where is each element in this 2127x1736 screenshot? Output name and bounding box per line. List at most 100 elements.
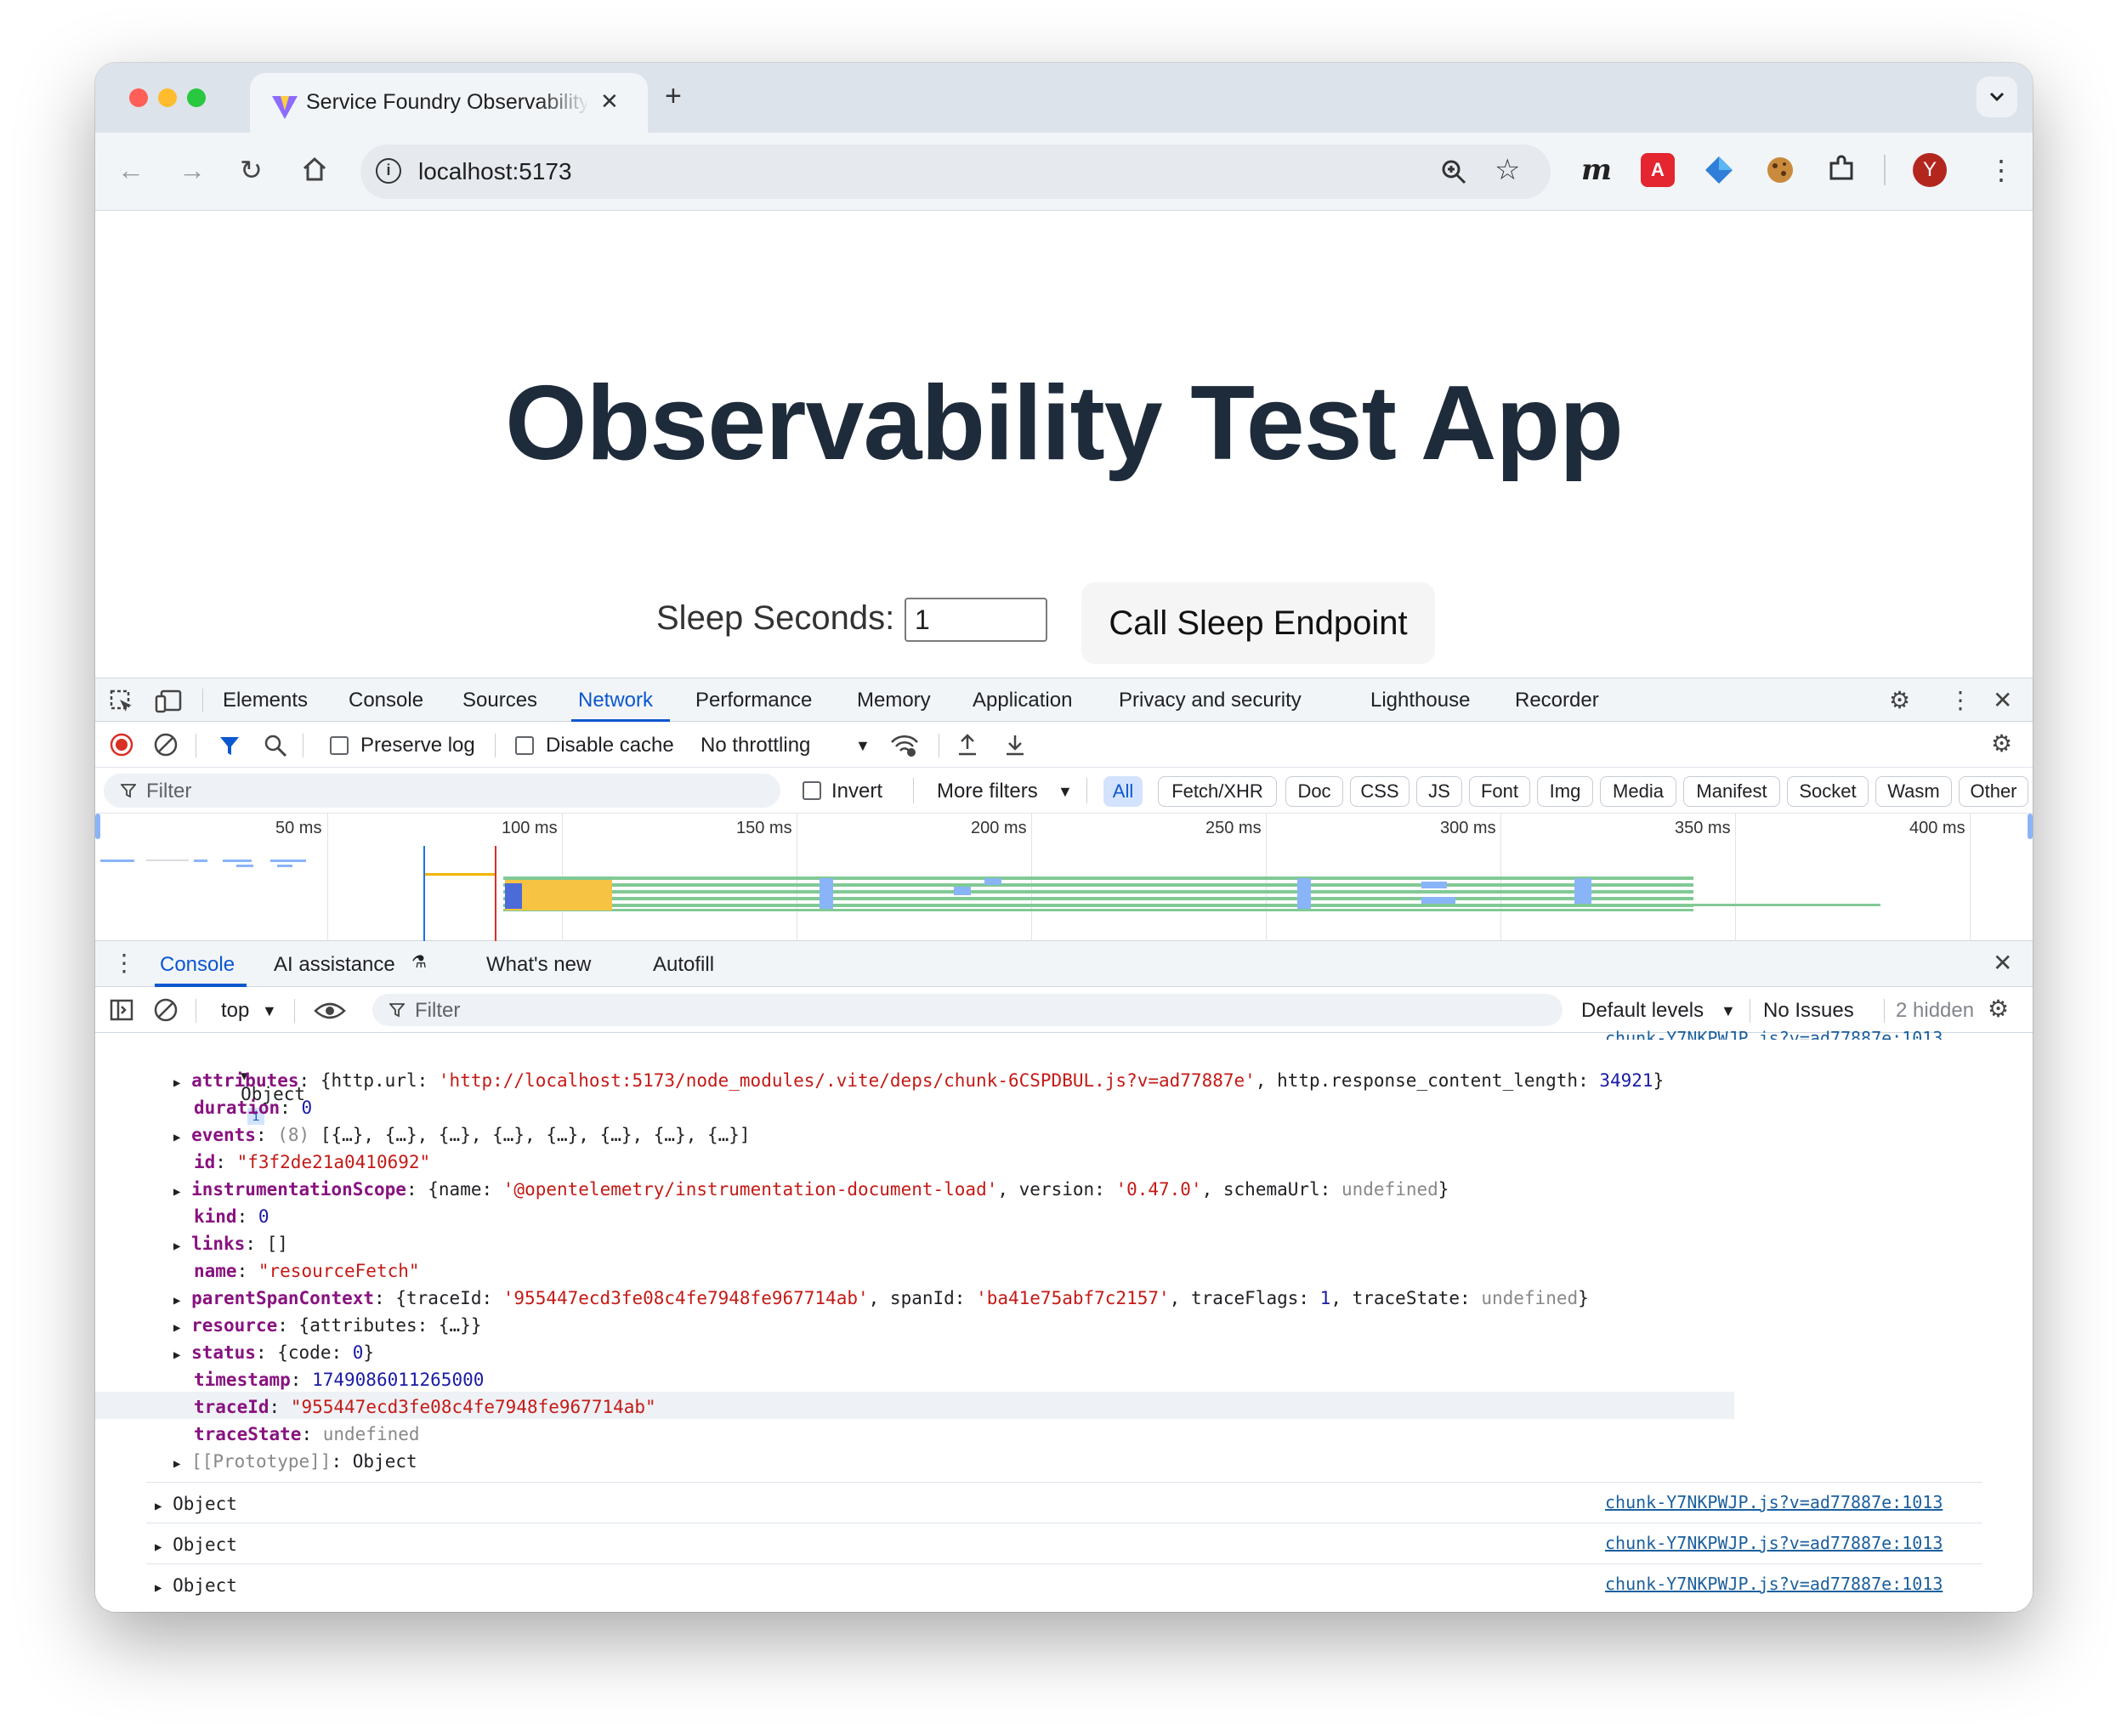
browser-menu-icon[interactable]: ⋮ <box>1988 151 2015 189</box>
context-selector[interactable]: top <box>221 999 249 1023</box>
address-bar[interactable]: i localhost:5173 ☆ <box>360 145 1551 199</box>
maximize-window-button[interactable] <box>187 88 206 107</box>
minimize-window-button[interactable] <box>158 88 177 107</box>
console-object-collapsed[interactable]: ▶ Object <box>155 1575 237 1596</box>
tab-search-button[interactable] <box>1977 77 2017 117</box>
type-filter-img[interactable]: Img <box>1537 776 1593 807</box>
extensions-puzzle-icon[interactable] <box>1824 153 1858 187</box>
network-filter-input[interactable]: Filter <box>104 774 780 808</box>
new-tab-button[interactable]: + <box>665 80 682 113</box>
filter-funnel-icon[interactable] <box>218 734 241 757</box>
type-filter-font[interactable]: Font <box>1469 776 1530 807</box>
tab-recorder[interactable]: Recorder <box>1515 689 1599 712</box>
drawer-tab-whats-new[interactable]: What's new <box>486 953 591 977</box>
tab-sources[interactable]: Sources <box>462 689 537 712</box>
bookmark-star-icon[interactable]: ☆ <box>1495 153 1520 187</box>
import-har-icon[interactable] <box>956 732 979 757</box>
drawer-close-icon[interactable]: ✕ <box>1993 950 2012 977</box>
prop-parent-span-context[interactable]: ▶ parentSpanContext: {traceId: '955447ec… <box>173 1288 1589 1308</box>
m-extension-icon[interactable]: m <box>1580 153 1614 187</box>
issues-counter[interactable]: No Issues <box>1763 999 1854 1023</box>
type-filter-other[interactable]: Other <box>1959 776 2028 807</box>
sleep-seconds-input[interactable]: 1 <box>905 598 1047 642</box>
tab-performance[interactable]: Performance <box>695 689 812 712</box>
home-icon[interactable] <box>301 156 328 182</box>
search-icon[interactable] <box>264 734 287 757</box>
console-filter-input[interactable]: Filter <box>372 994 1563 1026</box>
prop-events[interactable]: ▶ events: (8) [{…}, {…}, {…}, {…}, {…}, … <box>173 1125 751 1145</box>
inspect-element-icon[interactable] <box>109 689 134 714</box>
clear-console-icon[interactable] <box>153 997 179 1023</box>
profile-avatar[interactable]: Y <box>1913 153 1947 187</box>
prop-status[interactable]: ▶ status: {code: 0} <box>173 1342 374 1363</box>
sidebar-toggle-icon[interactable] <box>109 997 134 1023</box>
zoom-icon[interactable] <box>1440 158 1467 185</box>
acrobat-extension-icon[interactable]: A <box>1641 153 1675 187</box>
tab-application[interactable]: Application <box>973 689 1072 712</box>
message-source-link[interactable]: chunk-Y7NKPWJP.js?v=ad77887e:1013 <box>1605 1028 1943 1040</box>
tab-network[interactable]: Network <box>578 689 653 712</box>
site-info-icon[interactable]: i <box>376 158 401 184</box>
network-conditions-icon[interactable] <box>889 734 920 757</box>
type-filter-doc[interactable]: Doc <box>1285 776 1343 807</box>
prop-attributes[interactable]: ▶ attributes: {http.url: 'http://localho… <box>173 1070 1664 1091</box>
collapsed-triangle-icon: ▶ <box>173 1294 181 1308</box>
tab-close-icon[interactable]: ✕ <box>600 88 619 115</box>
tab-memory[interactable]: Memory <box>857 689 931 712</box>
preserve-log-checkbox[interactable] <box>330 736 349 755</box>
invert-checkbox[interactable] <box>803 781 821 800</box>
record-stop-icon[interactable] <box>109 732 134 757</box>
network-settings-gear-icon[interactable]: ⚙ <box>1991 730 2012 757</box>
tab-elements[interactable]: Elements <box>223 689 308 712</box>
log-levels-dropdown[interactable]: Default levels <box>1581 999 1704 1023</box>
diamond-extension-icon[interactable] <box>1702 153 1736 187</box>
disable-cache-label: Disable cache <box>546 734 674 757</box>
disable-cache-checkbox[interactable] <box>515 736 534 755</box>
prop-instrumentation-scope[interactable]: ▶ instrumentationScope: {name: '@opentel… <box>173 1179 1449 1200</box>
export-har-icon[interactable] <box>1003 732 1027 757</box>
collapsed-triangle-icon: ▶ <box>155 1500 162 1513</box>
drawer-menu-icon[interactable]: ⋮ <box>112 950 136 977</box>
drawer-tab-autofill[interactable]: Autofill <box>653 953 714 977</box>
cookie-extension-icon[interactable] <box>1763 153 1797 187</box>
type-filter-media[interactable]: Media <box>1600 776 1676 807</box>
prop-links[interactable]: ▶ links: [] <box>173 1234 288 1254</box>
devtools-close-icon[interactable]: ✕ <box>1993 687 2012 714</box>
browser-tab[interactable]: Service Foundry Observability ✕ <box>250 73 648 134</box>
drawer-tab-ai-assistance[interactable]: AI assistance <box>274 953 395 977</box>
type-filter-js[interactable]: JS <box>1416 776 1462 807</box>
more-filters-dropdown[interactable]: More filters <box>937 780 1038 803</box>
tab-lighthouse[interactable]: Lighthouse <box>1370 689 1470 712</box>
forward-icon[interactable]: → <box>179 151 206 189</box>
type-filter-all[interactable]: All <box>1103 776 1143 807</box>
reload-icon[interactable]: ↻ <box>240 151 263 189</box>
device-toolbar-icon[interactable] <box>155 689 184 714</box>
prop-prototype[interactable]: ▶ [[Prototype]]: Object <box>173 1451 417 1472</box>
context-chevron-icon: ▼ <box>262 1002 277 1019</box>
clear-icon[interactable] <box>153 732 179 757</box>
tab-console[interactable]: Console <box>349 689 423 712</box>
tab-privacy-and-security[interactable]: Privacy and security <box>1119 689 1302 712</box>
console-object-collapsed[interactable]: ▶ Object <box>155 1494 237 1514</box>
throttling-dropdown-icon[interactable]: ▼ <box>855 737 871 755</box>
console-settings-gear-icon[interactable]: ⚙ <box>1988 996 2009 1023</box>
back-icon[interactable]: ← <box>117 151 145 189</box>
message-source-link[interactable]: chunk-Y7NKPWJP.js?v=ad77887e:1013 <box>1605 1492 1943 1512</box>
network-timeline-overview[interactable]: 50 ms 100 ms 150 ms 200 ms 250 ms 300 ms… <box>95 814 2033 941</box>
call-sleep-endpoint-button[interactable]: Call Sleep Endpoint <box>1081 582 1435 664</box>
message-source-link[interactable]: chunk-Y7NKPWJP.js?v=ad77887e:1013 <box>1605 1533 1943 1553</box>
message-source-link[interactable]: chunk-Y7NKPWJP.js?v=ad77887e:1013 <box>1605 1574 1943 1594</box>
type-filter-wasm[interactable]: Wasm <box>1875 776 1952 807</box>
prop-resource[interactable]: ▶ resource: {attributes: {…}} <box>173 1315 481 1336</box>
type-filter-css[interactable]: CSS <box>1350 776 1409 807</box>
devtools-menu-icon[interactable]: ⋮ <box>1948 687 1972 714</box>
type-filter-manifest[interactable]: Manifest <box>1683 776 1780 807</box>
throttling-select[interactable]: No throttling <box>700 734 810 757</box>
devtools-settings-gear-icon[interactable]: ⚙ <box>1889 687 1910 714</box>
console-object-collapsed[interactable]: ▶ Object <box>155 1535 237 1555</box>
type-filter-socket[interactable]: Socket <box>1787 776 1869 807</box>
close-window-button[interactable] <box>129 88 148 107</box>
live-expression-eye-icon[interactable] <box>313 999 347 1023</box>
type-filter-fetch-xhr[interactable]: Fetch/XHR <box>1158 776 1277 807</box>
drawer-tab-console[interactable]: Console <box>160 953 235 977</box>
